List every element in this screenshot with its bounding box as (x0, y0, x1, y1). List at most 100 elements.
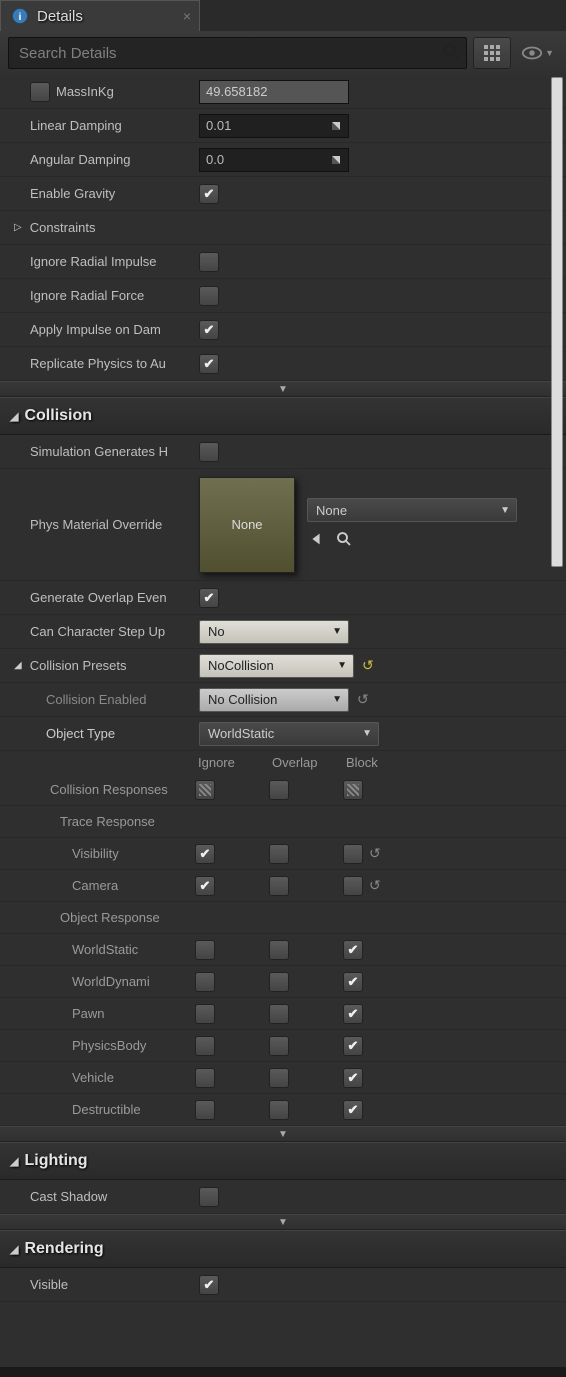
property-matrix-button[interactable] (473, 37, 511, 69)
gen-overlap-checkbox[interactable] (199, 588, 219, 608)
collision-header[interactable]: ◢ Collision (0, 397, 566, 435)
sim-gen-hits-checkbox[interactable] (199, 442, 219, 462)
view-options-button[interactable]: ▼ (517, 45, 558, 61)
overlap-checkbox[interactable] (269, 1068, 289, 1088)
all-overlap-checkbox[interactable] (269, 780, 289, 800)
search-icon[interactable] (441, 42, 461, 65)
spinner-icon (330, 154, 342, 166)
overlap-checkbox[interactable] (269, 940, 289, 960)
phys-mat-override-row: Phys Material Override None None ▼ (0, 469, 566, 581)
collision-presets-dropdown[interactable]: NoCollision ▼ (199, 654, 354, 678)
details-panel: MassInKg 49.658182 Linear Damping 0.01 A… (0, 75, 566, 1367)
can-step-up-dropdown[interactable]: No ▼ (199, 620, 349, 644)
use-selected-icon[interactable] (307, 530, 325, 551)
rendering-header[interactable]: ◢ Rendering (0, 1230, 566, 1268)
block-checkbox[interactable] (343, 940, 363, 960)
angular-damping-input[interactable]: 0.0 (199, 148, 349, 172)
gen-overlap-label: Generate Overlap Even (0, 590, 195, 605)
reset-icon[interactable]: ↺ (357, 691, 369, 708)
ignore-checkbox[interactable] (195, 1004, 215, 1024)
block-header: Block (346, 755, 420, 770)
can-step-up-label: Can Character Step Up (0, 624, 195, 639)
ignore-checkbox[interactable] (195, 940, 215, 960)
chevron-down-icon: ▼ (332, 694, 342, 705)
angular-damping-row: Angular Damping 0.0 (0, 143, 566, 177)
replicate-physics-row: Replicate Physics to Au (0, 347, 566, 381)
block-checkbox[interactable] (343, 844, 363, 864)
browse-icon[interactable] (335, 530, 353, 551)
mass-in-kg-row: MassInKg 49.658182 (0, 75, 566, 109)
ignore-checkbox[interactable] (195, 1100, 215, 1120)
overlap-checkbox[interactable] (269, 972, 289, 992)
ignore-checkbox[interactable] (195, 972, 215, 992)
ignore-checkbox[interactable] (195, 876, 215, 896)
toolbar: ▼ (0, 31, 566, 75)
cast-shadow-checkbox[interactable] (199, 1187, 219, 1207)
constraints-row[interactable]: ▷ Constraints (0, 211, 566, 245)
mass-in-kg-override-checkbox[interactable] (30, 82, 50, 102)
reset-icon[interactable]: ↺ (362, 657, 374, 674)
collapse-icon: ◢ (10, 1155, 18, 1168)
ignore-radial-impulse-checkbox[interactable] (199, 252, 219, 272)
constraints-label: Constraints (30, 220, 96, 235)
response-label: WorldStatic (0, 942, 195, 957)
block-checkbox[interactable] (343, 1036, 363, 1056)
reset-icon[interactable]: ↺ (369, 877, 381, 894)
collapse-icon: ◢ (14, 660, 22, 671)
physics-advanced-expand[interactable]: ▼ (0, 381, 566, 397)
cast-shadow-label: Cast Shadow (0, 1189, 195, 1204)
response-row-worldstatic: WorldStatic (0, 934, 566, 966)
search-input[interactable] (8, 37, 467, 69)
block-checkbox[interactable] (343, 1068, 363, 1088)
collision-advanced-expand[interactable]: ▼ (0, 1126, 566, 1142)
mass-in-kg-input[interactable]: 49.658182 (199, 80, 349, 104)
response-label: WorldDynami (0, 974, 195, 989)
phys-mat-dropdown[interactable]: None ▼ (307, 498, 517, 522)
block-checkbox[interactable] (343, 1100, 363, 1120)
linear-damping-input[interactable]: 0.01 (199, 114, 349, 138)
reset-icon[interactable]: ↺ (369, 845, 381, 862)
cast-shadow-row: Cast Shadow (0, 1180, 566, 1214)
response-row-physicsbody: PhysicsBody (0, 1030, 566, 1062)
block-checkbox[interactable] (343, 972, 363, 992)
visible-checkbox[interactable] (199, 1275, 219, 1295)
ignore-checkbox[interactable] (195, 1036, 215, 1056)
collision-presets-label: Collision Presets (30, 658, 127, 673)
close-icon[interactable]: × (183, 8, 191, 24)
collision-enabled-dropdown[interactable]: No Collision ▼ (199, 688, 349, 712)
replicate-physics-checkbox[interactable] (199, 354, 219, 374)
ignore-checkbox[interactable] (195, 844, 215, 864)
chevron-down-icon: ▼ (500, 505, 510, 516)
ignore-radial-force-label: Ignore Radial Force (0, 288, 195, 303)
object-type-dropdown[interactable]: WorldStatic ▼ (199, 722, 379, 746)
collision-presets-row: ◢ Collision Presets NoCollision ▼ ↺ (0, 649, 566, 683)
overlap-checkbox[interactable] (269, 1100, 289, 1120)
lighting-header[interactable]: ◢ Lighting (0, 1142, 566, 1180)
apply-impulse-checkbox[interactable] (199, 320, 219, 340)
mass-in-kg-label: MassInKg (56, 84, 114, 99)
scrollbar-thumb[interactable] (551, 77, 563, 567)
block-checkbox[interactable] (343, 876, 363, 896)
block-checkbox[interactable] (343, 1004, 363, 1024)
object-response-label: Object Response (0, 910, 195, 925)
enable-gravity-row: Enable Gravity (0, 177, 566, 211)
apply-impulse-row: Apply Impulse on Dam (0, 313, 566, 347)
enable-gravity-checkbox[interactable] (199, 184, 219, 204)
phys-mat-thumbnail[interactable]: None (199, 477, 295, 573)
all-block-checkbox[interactable] (343, 780, 363, 800)
overlap-checkbox[interactable] (269, 876, 289, 896)
ignore-checkbox[interactable] (195, 1068, 215, 1088)
response-label: Vehicle (0, 1070, 195, 1085)
trace-response-label: Trace Response (0, 814, 195, 829)
object-type-label: Object Type (0, 726, 195, 741)
phys-mat-override-label: Phys Material Override (0, 517, 195, 532)
overlap-checkbox[interactable] (269, 1004, 289, 1024)
lighting-advanced-expand[interactable]: ▼ (0, 1214, 566, 1230)
all-ignore-checkbox[interactable] (195, 780, 215, 800)
collision-enabled-label: Collision Enabled (0, 692, 195, 707)
overlap-checkbox[interactable] (269, 844, 289, 864)
response-row-camera: Camera↺ (0, 870, 566, 902)
details-tab[interactable]: i Details × (0, 0, 200, 31)
ignore-radial-force-checkbox[interactable] (199, 286, 219, 306)
overlap-checkbox[interactable] (269, 1036, 289, 1056)
